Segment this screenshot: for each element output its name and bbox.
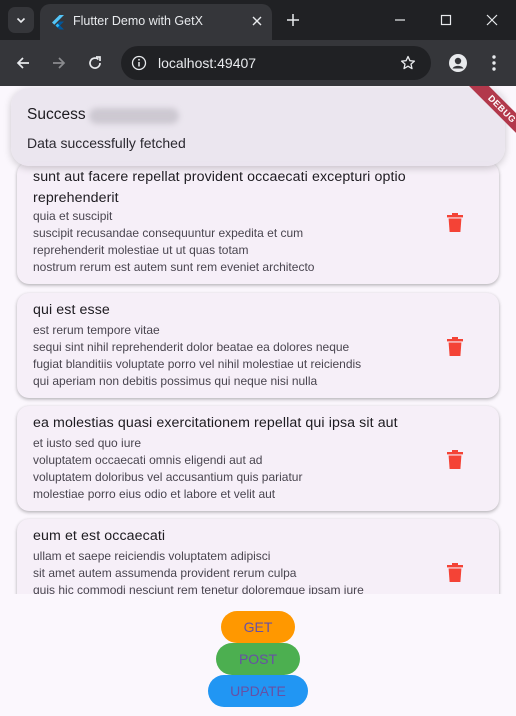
forward-button[interactable] xyxy=(45,49,73,77)
snackbar-title: Success xyxy=(27,106,86,123)
post-card: eum et est occaecati ullam et saepe reic… xyxy=(17,519,499,594)
flutter-logo-icon xyxy=(52,15,64,30)
info-icon xyxy=(131,55,147,71)
post-body: est rerum tempore vitae sequi sint nihil… xyxy=(33,323,362,388)
delete-button[interactable] xyxy=(442,446,468,472)
url-text: localhost:49407 xyxy=(158,55,257,71)
address-bar[interactable]: localhost:49407 xyxy=(121,46,431,80)
trash-icon xyxy=(447,212,463,232)
post-body: quia et suscipit suscipit recusandae con… xyxy=(33,209,315,274)
tab-close-button[interactable] xyxy=(247,11,267,31)
profile-button[interactable] xyxy=(444,49,472,77)
post-card: ea molestias quasi exercitationem repell… xyxy=(17,406,499,511)
update-button[interactable]: UPDATE xyxy=(208,675,308,707)
app-viewport: sunt aut facere repellat provident occae… xyxy=(0,86,516,716)
back-button[interactable] xyxy=(9,49,37,77)
close-window-button[interactable] xyxy=(478,6,506,34)
post-body: et iusto sed quo iure voluptatem occaeca… xyxy=(33,436,303,501)
post-title: ea molestias quasi exercitationem repell… xyxy=(33,415,398,431)
post-title: sunt aut facere repellat provident occae… xyxy=(33,169,406,206)
post-button[interactable]: POST xyxy=(216,643,300,675)
minimize-icon xyxy=(395,19,405,21)
delete-button[interactable] xyxy=(442,559,468,585)
trash-icon xyxy=(447,562,463,582)
browser-tab[interactable]: Flutter Demo with GetX xyxy=(40,4,272,40)
maximize-window-button[interactable] xyxy=(432,6,460,34)
close-icon xyxy=(252,16,262,26)
profile-icon xyxy=(449,54,467,72)
new-tab-button[interactable] xyxy=(282,9,304,31)
star-icon xyxy=(400,55,416,70)
browser-toolbar: localhost:49407 xyxy=(0,40,516,86)
trash-icon xyxy=(447,336,463,356)
bookmark-button[interactable] xyxy=(397,52,419,74)
delete-button[interactable] xyxy=(442,333,468,359)
arrow-left-icon xyxy=(16,57,29,69)
reload-icon xyxy=(89,56,101,69)
success-snackbar: Success Data successfully fetched xyxy=(11,88,505,166)
trash-icon xyxy=(447,449,463,469)
maximize-icon xyxy=(440,14,452,26)
minimize-window-button[interactable] xyxy=(386,6,414,34)
plus-icon xyxy=(287,14,299,26)
blurred-background-text xyxy=(89,108,179,124)
delete-button[interactable] xyxy=(442,209,468,235)
post-card: sunt aut facere repellat provident occae… xyxy=(17,162,499,284)
reload-button[interactable] xyxy=(81,49,109,77)
post-card: qui est esse est rerum tempore vitae seq… xyxy=(17,293,499,398)
post-title: eum et est occaecati xyxy=(33,528,166,544)
kebab-menu-icon xyxy=(492,55,496,71)
browser-tab-strip: Flutter Demo with GetX xyxy=(0,0,516,40)
site-info-button[interactable] xyxy=(129,53,149,73)
snackbar-message: Data successfully fetched xyxy=(27,135,186,151)
close-icon xyxy=(486,14,498,26)
get-button[interactable]: GET xyxy=(221,611,295,643)
tab-title: Flutter Demo with GetX xyxy=(73,14,203,28)
arrow-right-icon xyxy=(53,57,66,69)
post-title: qui est esse xyxy=(33,302,110,318)
browser-menu-button[interactable] xyxy=(480,49,508,77)
tab-search-button[interactable] xyxy=(8,7,34,33)
chevron-down-icon xyxy=(16,17,26,24)
post-body: ullam et saepe reiciendis voluptatem adi… xyxy=(33,549,364,594)
